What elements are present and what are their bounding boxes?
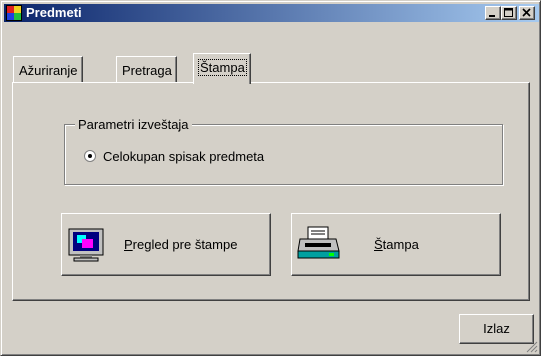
print-label: Štampa bbox=[374, 237, 419, 252]
radio-full-list-label[interactable]: Celokupan spisak predmeta bbox=[103, 149, 264, 164]
title-bar[interactable]: Predmeti bbox=[4, 4, 539, 22]
printer-icon bbox=[297, 226, 340, 259]
tab-pretraga-label: Pretraga bbox=[122, 63, 172, 78]
report-params-label: Parametri izveštaja bbox=[75, 117, 192, 132]
window-title: Predmeti bbox=[26, 5, 82, 20]
exit-label: Izlaz bbox=[483, 321, 510, 336]
maximize-icon bbox=[504, 8, 513, 17]
tab-pretraga[interactable]: Pretraga bbox=[116, 56, 177, 82]
resize-grip-icon[interactable] bbox=[526, 341, 538, 353]
exit-button[interactable]: Izlaz bbox=[459, 314, 534, 344]
maximize-button[interactable] bbox=[501, 6, 517, 20]
app-icon bbox=[6, 5, 22, 21]
tab-azuriranje[interactable]: Ažuriranje bbox=[13, 56, 83, 82]
close-button[interactable] bbox=[519, 6, 535, 20]
radio-full-list[interactable] bbox=[84, 150, 96, 162]
tab-stampa-label: Štampa bbox=[198, 59, 247, 76]
print-preview-button[interactable]: Pregled pre štampe bbox=[61, 213, 271, 276]
minimize-button[interactable] bbox=[485, 6, 501, 20]
minimize-icon bbox=[489, 15, 495, 17]
print-preview-label: Pregled pre štampe bbox=[124, 237, 238, 252]
tab-stampa[interactable]: Štampa bbox=[193, 53, 251, 84]
predmeti-window: Predmeti Ažuriranje Pretraga Štampa Para… bbox=[0, 0, 541, 356]
monitor-icon bbox=[68, 228, 104, 262]
tab-azuriranje-label: Ažuriranje bbox=[19, 63, 78, 78]
close-icon bbox=[522, 8, 531, 17]
print-button[interactable]: Štampa bbox=[291, 213, 501, 276]
